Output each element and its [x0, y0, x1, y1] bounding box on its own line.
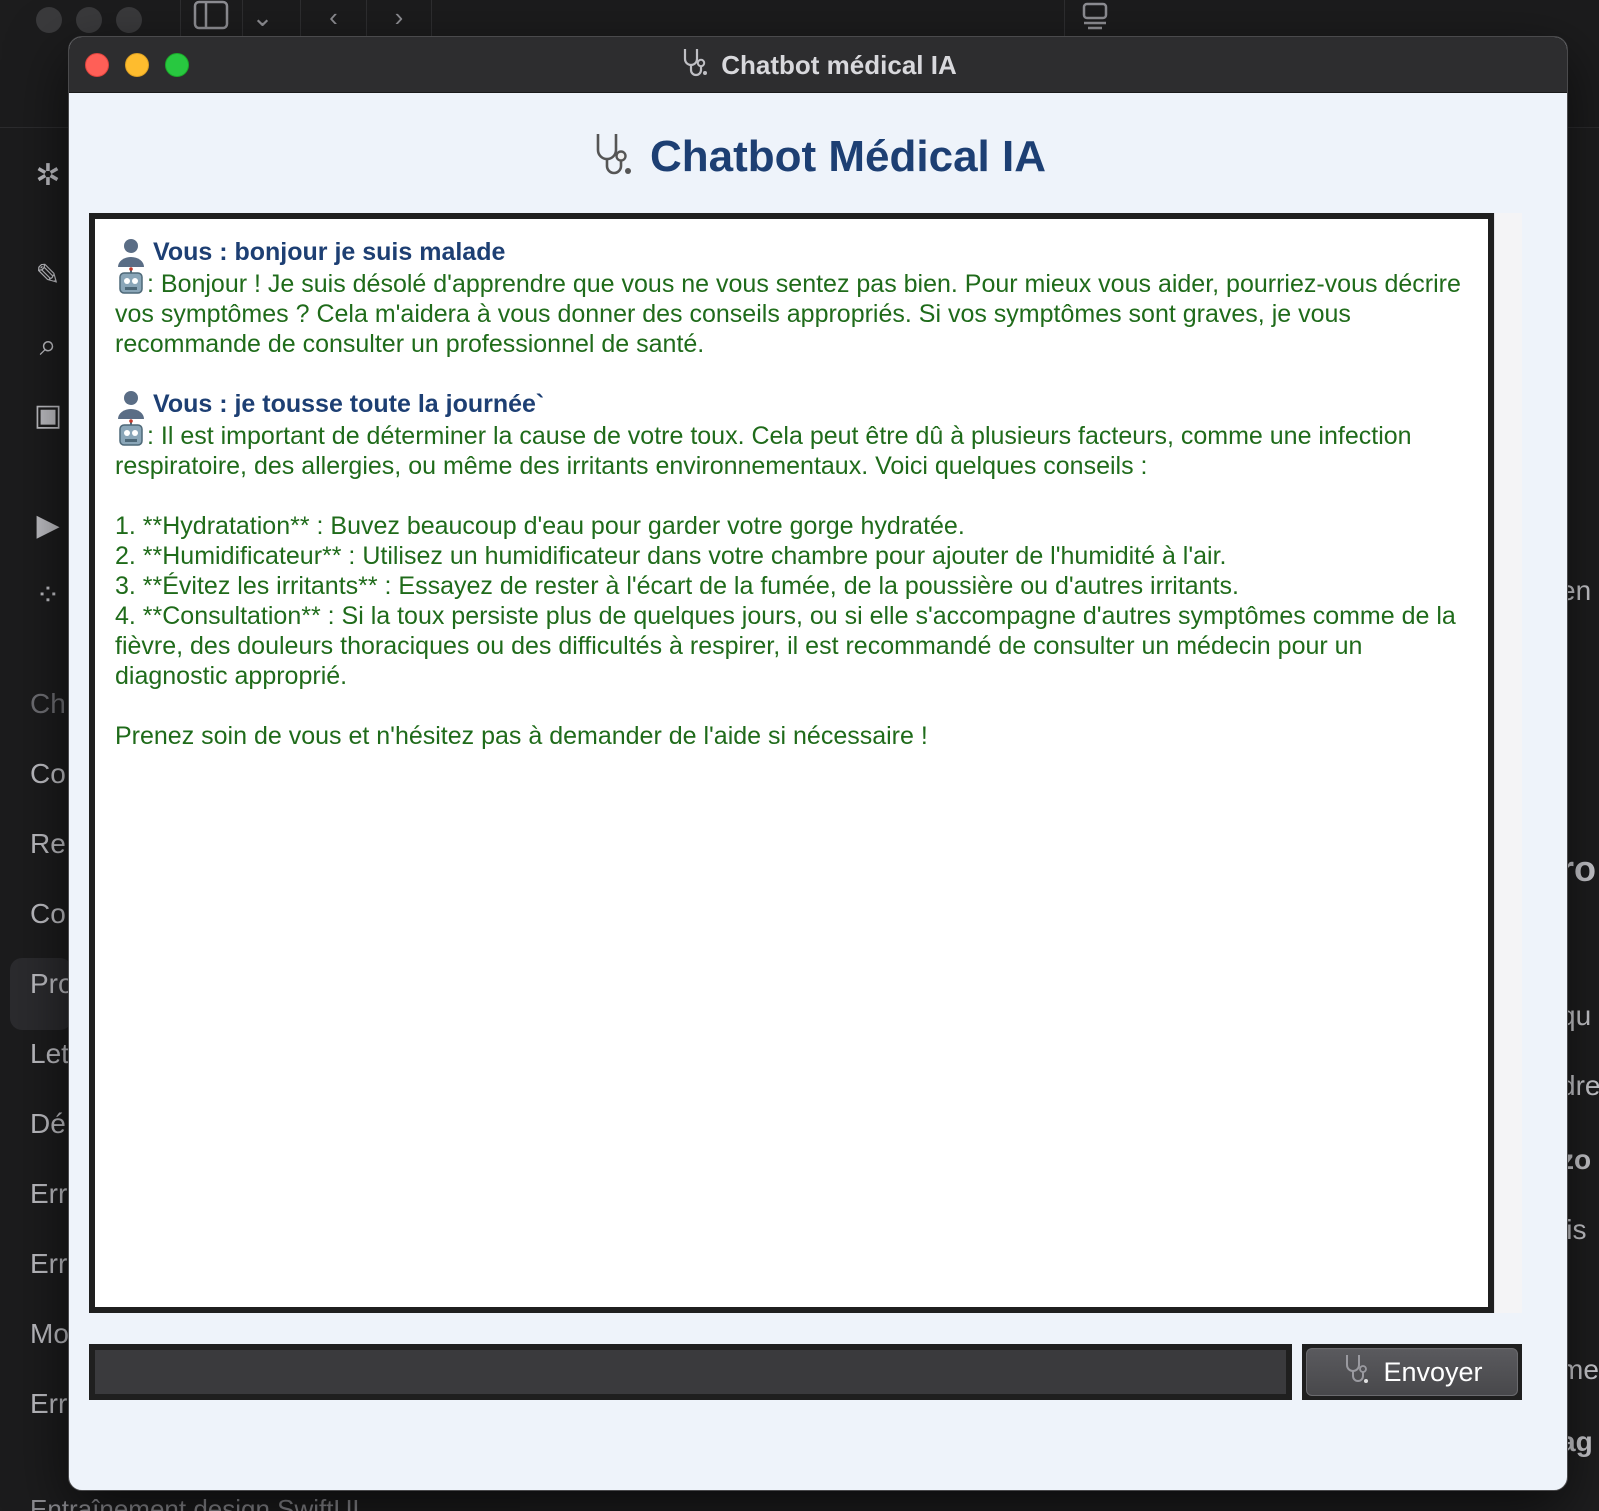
background-sidebar-item[interactable]: Re — [30, 828, 66, 860]
chat-history[interactable]: Vous : bonjour je suis malade : Bonjour … — [89, 213, 1494, 1313]
user-message: Vous : bonjour je suis malade — [115, 237, 1468, 267]
background-sidebar-item[interactable]: Mo — [30, 1318, 69, 1350]
user-message-text: Vous : je tousse toute la journée` — [153, 390, 545, 418]
bot-message: : Il est important de déterminer la caus… — [115, 419, 1468, 751]
background-sidebar-item[interactable]: Let — [30, 1038, 69, 1070]
advice-list-item: 4. **Consultation** : Si la toux persist… — [115, 602, 1456, 690]
bot-message-text: : Il est important de déterminer la caus… — [115, 422, 1412, 480]
background-minimize-dot — [76, 7, 102, 33]
user-silhouette-icon — [115, 237, 147, 267]
robot-icon — [115, 267, 147, 297]
message-exchange: Vous : je tousse toute la journée` : Il … — [115, 389, 1468, 751]
new-chat-icon[interactable]: ✎ — [30, 258, 66, 294]
stethoscope-icon — [1341, 1352, 1375, 1393]
robot-icon — [115, 419, 147, 449]
layout-icon[interactable] — [1064, 0, 1124, 36]
background-section-label: Ch — [30, 688, 66, 719]
background-sidebar-item[interactable]: Err — [30, 1388, 67, 1420]
page-title: Chatbot Médical IA — [649, 131, 1047, 181]
search-icon[interactable]: ⌕ — [30, 328, 66, 364]
chatbot-window: Chatbot médical IA Chatbot Médical IA Vo… — [68, 36, 1568, 1491]
bot-closing-text: Prenez soin de vous et n'hésitez pas à d… — [115, 722, 928, 750]
window-titlebar[interactable]: Chatbot médical IA — [69, 37, 1567, 93]
background-sidebar: ✲ ✎ ⌕ ▣ ▶ ⁘ Ch Co Re Co Pro Let Dé Err E… — [0, 128, 74, 1511]
chevron-down-icon[interactable]: ⌄ — [242, 0, 282, 36]
sidebar-toggle-icon[interactable] — [180, 0, 240, 36]
chat-content: Vous : bonjour je suis malade : Bonjour … — [95, 219, 1488, 799]
message-exchange: Vous : bonjour je suis malade : Bonjour … — [115, 237, 1468, 359]
background-sidebar-item[interactable]: Err — [30, 1178, 67, 1210]
app-heading: Chatbot Médical IA — [69, 129, 1567, 184]
apps-grid-icon[interactable]: ⁘ — [30, 578, 66, 614]
background-sidebar-item[interactable]: Dé — [30, 1108, 66, 1140]
stethoscope-icon — [679, 46, 713, 85]
send-button-face[interactable]: Envoyer — [1306, 1348, 1518, 1396]
background-zoom-dot — [116, 7, 142, 33]
play-icon[interactable]: ▶ — [30, 508, 66, 544]
openai-logo-icon[interactable]: ✲ — [30, 158, 66, 194]
message-input[interactable] — [89, 1344, 1292, 1400]
bot-message: : Bonjour ! Je suis désolé d'apprendre q… — [115, 267, 1468, 359]
send-button-label: Envoyer — [1383, 1356, 1483, 1387]
chat-scrollbar-track[interactable] — [1494, 213, 1522, 1313]
window-title-text: Chatbot médical IA — [721, 49, 957, 80]
input-row: Envoyer — [89, 1344, 1522, 1400]
background-sidebar-item[interactable]: Co — [30, 758, 66, 790]
user-message-text: Vous : bonjour je suis malade — [153, 238, 506, 266]
user-silhouette-icon — [115, 389, 147, 419]
advice-list-item: 2. **Humidificateur** : Utilisez un humi… — [115, 542, 1227, 570]
stethoscope-icon — [590, 129, 640, 184]
background-sidebar-item[interactable]: Err — [30, 1248, 67, 1280]
window-title: Chatbot médical IA — [69, 37, 1567, 93]
bot-message-text: : Bonjour ! Je suis désolé d'apprendre q… — [115, 270, 1461, 358]
background-sidebar-item[interactable]: Co — [30, 898, 66, 930]
background-close-dot — [36, 7, 62, 33]
advice-list-item: 1. **Hydratation** : Buvez beaucoup d'ea… — [115, 512, 965, 540]
background-window-controls — [36, 7, 142, 33]
send-button[interactable]: Envoyer — [1302, 1344, 1522, 1400]
forward-arrow-icon[interactable]: › — [366, 0, 432, 36]
image-icon[interactable]: ▣ — [30, 398, 66, 434]
background-sidebar-item[interactable]: Entraînement design SwiftUI — [30, 1494, 360, 1511]
user-message: Vous : je tousse toute la journée` — [115, 389, 1468, 419]
advice-list-item: 3. **Évitez les irritants** : Essayez de… — [115, 572, 1239, 600]
back-arrow-icon[interactable]: ‹ — [300, 0, 366, 36]
